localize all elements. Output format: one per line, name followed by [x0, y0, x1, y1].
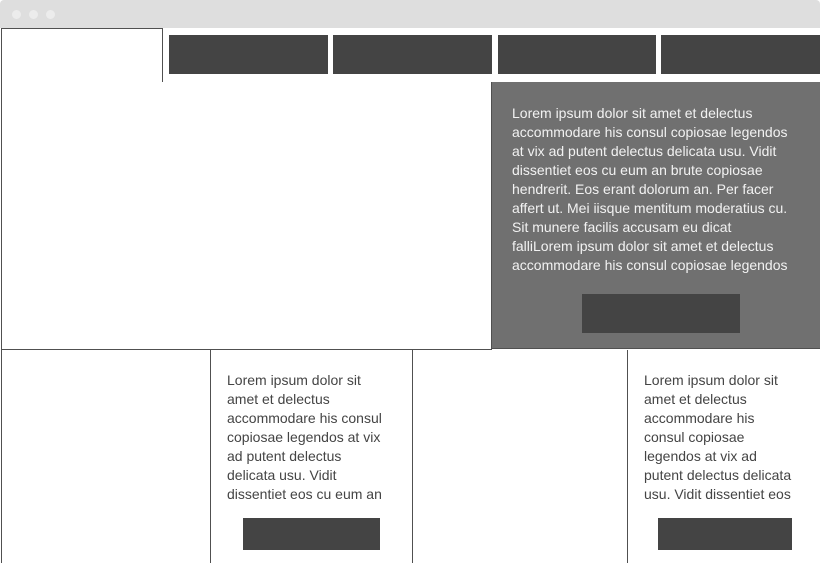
window-titlebar — [0, 0, 820, 28]
card-2-image-placeholder — [413, 350, 628, 563]
nav-tab-3[interactable] — [498, 35, 656, 74]
nav-tab-1[interactable] — [169, 35, 328, 74]
card-1-button[interactable] — [243, 518, 380, 550]
nav-tab-4[interactable] — [661, 35, 820, 74]
minimize-dot-icon[interactable] — [29, 10, 38, 19]
hero-button[interactable] — [582, 294, 740, 333]
logo-placeholder[interactable] — [1, 28, 163, 83]
hero-image-placeholder — [1, 82, 492, 350]
nav-tab-2[interactable] — [333, 35, 492, 74]
card-1: Lorem ipsum dolor sit amet et delectus a… — [211, 350, 413, 563]
card-2-text: Lorem ipsum dolor sit amet et delectus a… — [644, 372, 792, 502]
card-2: Lorem ipsum dolor sit amet et delectus a… — [628, 350, 820, 563]
hero-text: Lorem ipsum dolor sit amet et delectus a… — [512, 105, 788, 273]
maximize-dot-icon[interactable] — [46, 10, 55, 19]
hero-panel: Lorem ipsum dolor sit amet et delectus a… — [491, 82, 820, 349]
card-1-text: Lorem ipsum dolor sit amet et delectus a… — [227, 372, 382, 502]
card-2-button[interactable] — [658, 518, 792, 550]
card-1-image-placeholder — [1, 350, 211, 563]
close-dot-icon[interactable] — [12, 10, 21, 19]
